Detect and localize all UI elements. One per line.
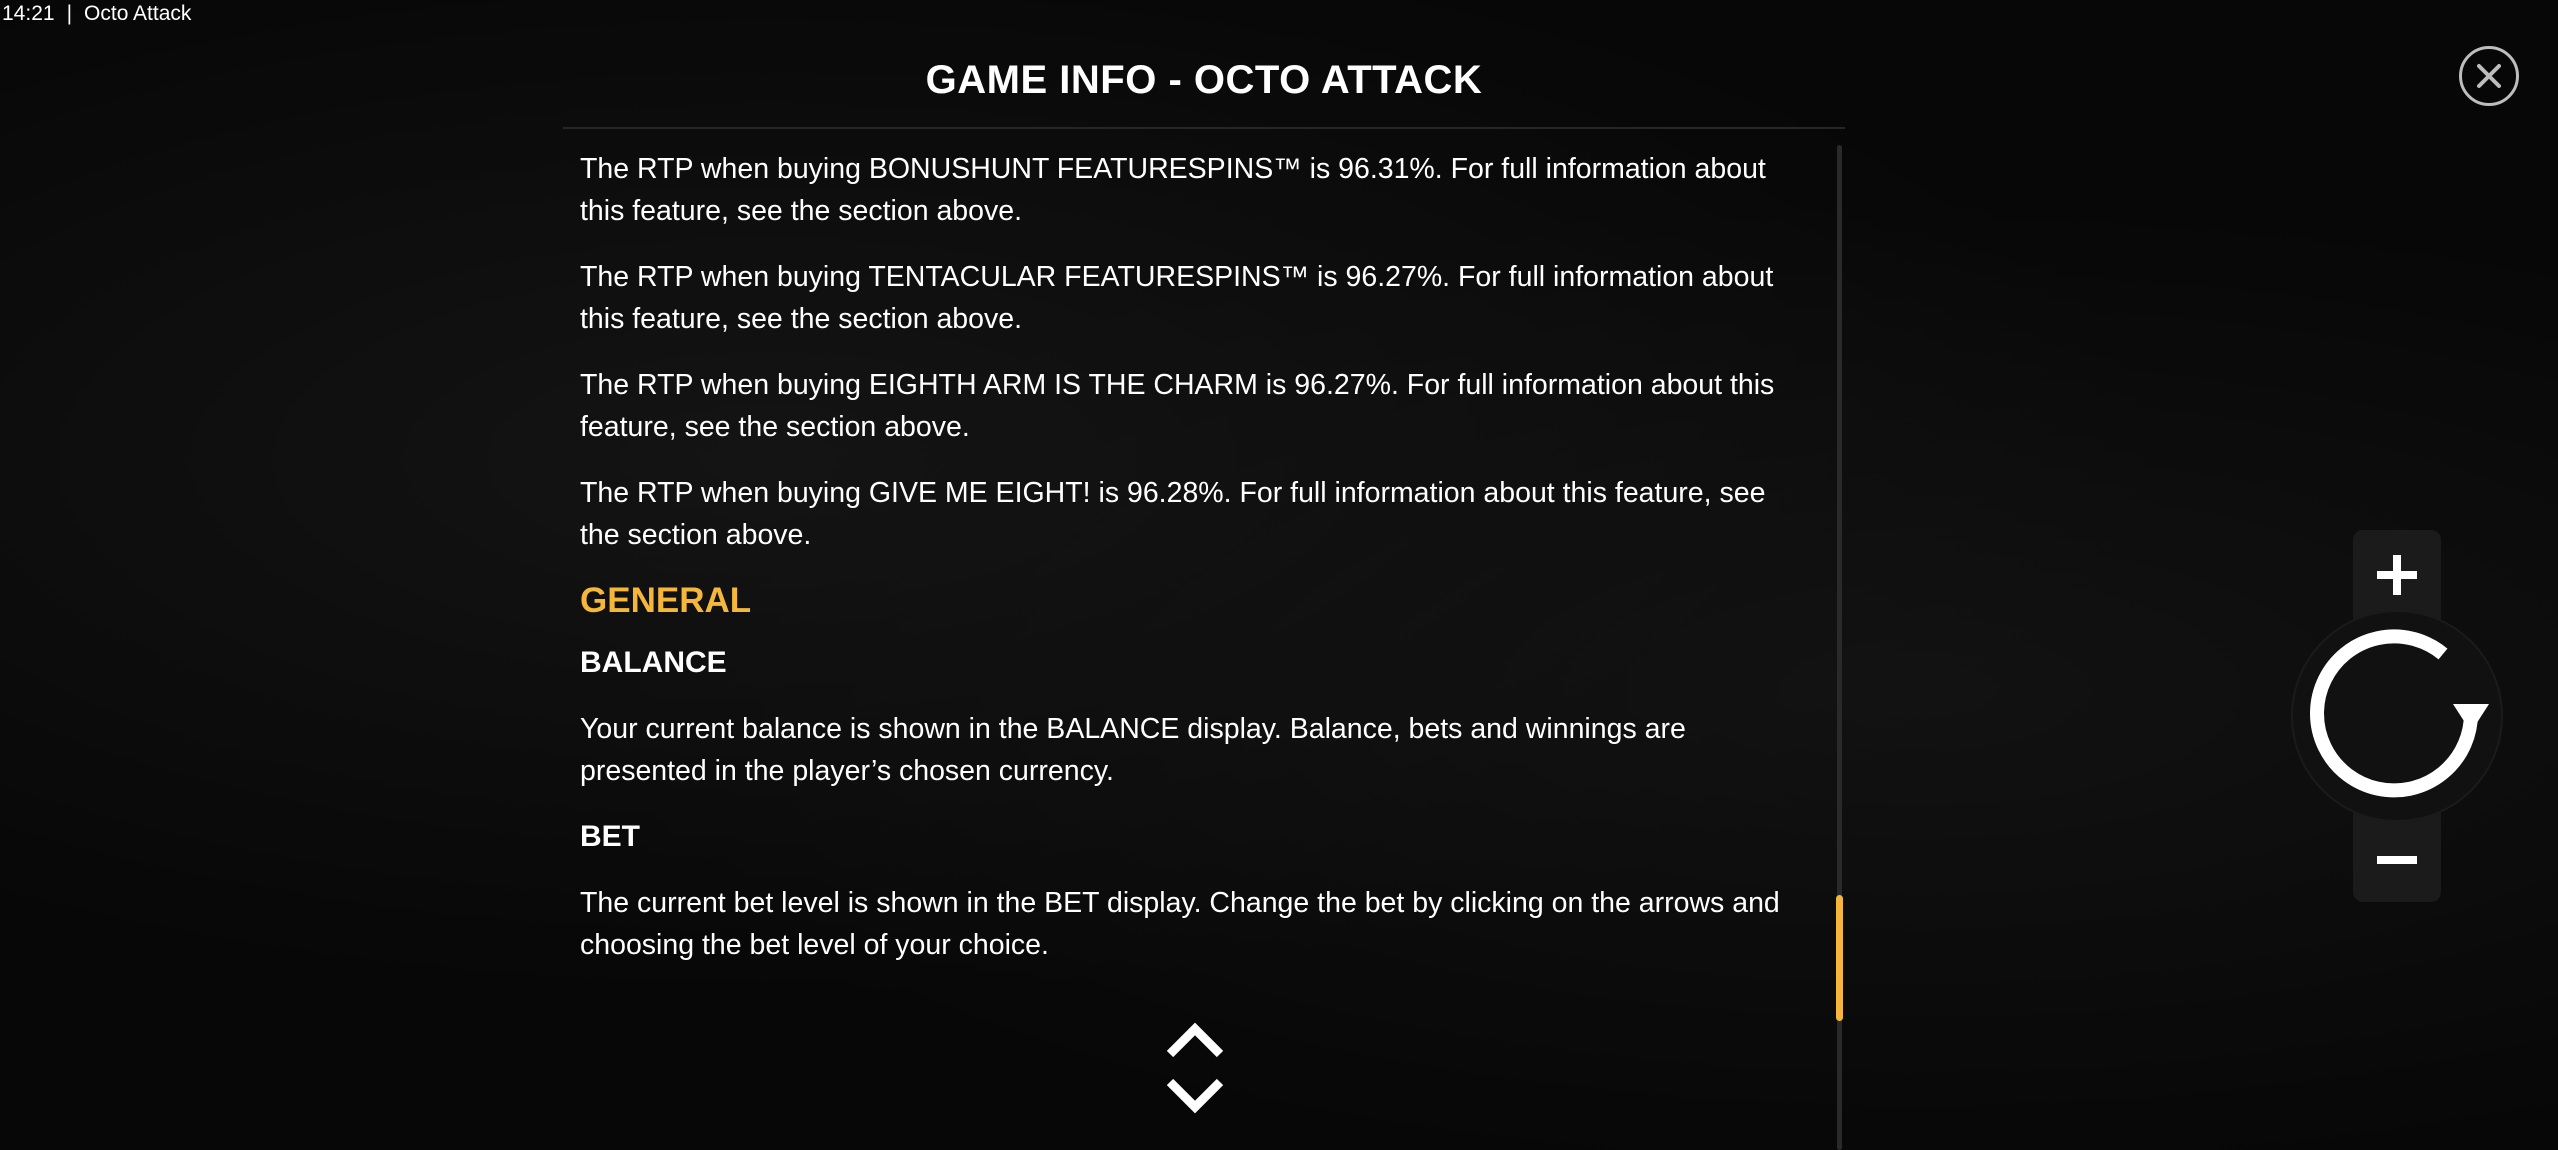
bet-increase-button[interactable] bbox=[2353, 540, 2441, 610]
bet-paragraph: The current bet level is shown in the BE… bbox=[580, 887, 1780, 961]
scroll-down-button[interactable] bbox=[1164, 1074, 1226, 1118]
status-app-name: Octo Attack bbox=[84, 2, 192, 25]
heading-balance: BALANCE bbox=[580, 646, 727, 679]
plus-icon bbox=[2377, 555, 2417, 595]
bet-decrease-button[interactable] bbox=[2353, 825, 2441, 895]
rtp-paragraph-give-me-eight: The RTP when buying GIVE ME EIGHT! is 96… bbox=[580, 477, 1766, 551]
spin-refresh-icon bbox=[2310, 629, 2489, 798]
rtp-paragraph-bonushunt: The RTP when buying BONUSHUNT FEATURESPI… bbox=[580, 153, 1766, 227]
header-divider bbox=[563, 127, 1845, 129]
page-title: GAME INFO - OCTO ATTACK bbox=[925, 58, 1483, 102]
section-title-general: GENERAL bbox=[580, 581, 752, 620]
info-content: The RTP when buying BONUSHUNT FEATURESPI… bbox=[580, 148, 1795, 998]
scrollbar-thumb[interactable] bbox=[1836, 895, 1843, 1021]
spin-button[interactable] bbox=[2293, 612, 2501, 820]
scroll-up-button[interactable] bbox=[1164, 1018, 1226, 1062]
scroll-arrows bbox=[1164, 1018, 1226, 1122]
rtp-paragraph-eighth-arm: The RTP when buying EIGHTH ARM IS THE CH… bbox=[580, 369, 1775, 443]
rtp-paragraph-tentacular: The RTP when buying TENTACULAR FEATURESP… bbox=[580, 261, 1774, 335]
status-time: 14:21 bbox=[2, 2, 55, 25]
status-separator: | bbox=[66, 2, 73, 25]
minus-icon bbox=[2377, 856, 2417, 864]
balance-paragraph: Your current balance is shown in the BAL… bbox=[580, 713, 1686, 787]
close-icon bbox=[2477, 64, 2501, 88]
heading-bet: BET bbox=[580, 820, 640, 853]
chevron-up-icon bbox=[1166, 1022, 1224, 1058]
close-button[interactable] bbox=[2459, 46, 2519, 106]
chevron-down-icon bbox=[1166, 1078, 1224, 1114]
status-bar: 14:21 | Octo Attack bbox=[0, 0, 191, 28]
